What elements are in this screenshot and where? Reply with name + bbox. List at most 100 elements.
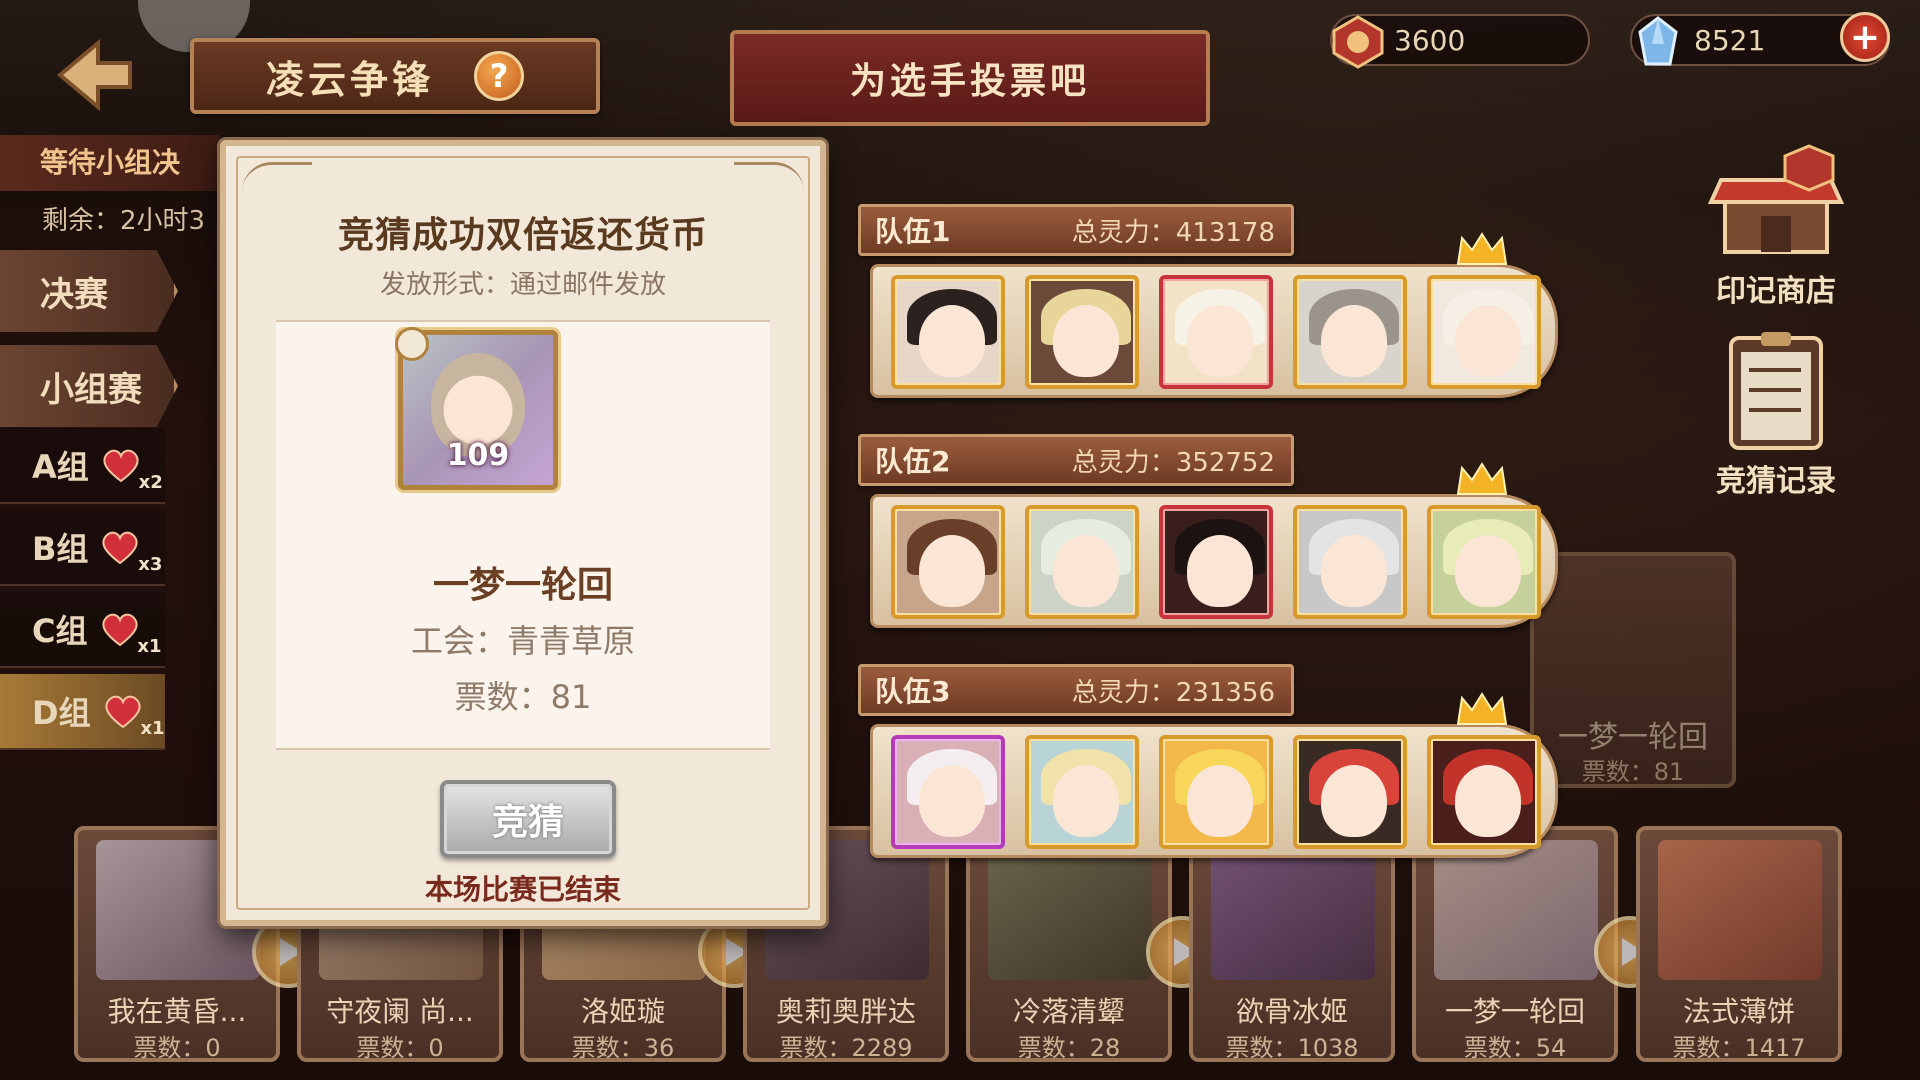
contestant-portrait (1211, 840, 1375, 980)
team-name: 队伍2 (875, 445, 951, 478)
modal-subtitle: 发放形式：通过邮件发放 (379, 270, 666, 300)
contestant-votes: 票数：54 (1463, 1034, 1567, 1062)
team-power: 总灵力：352752 (1071, 447, 1275, 478)
contestant-votes: 票数：1417 (1672, 1034, 1806, 1062)
team-power: 总灵力：231356 (1071, 677, 1275, 708)
player-votes: 票数：81 (454, 678, 592, 716)
hero-avatar[interactable] (891, 275, 1005, 389)
team-3-header: 队伍3 总灵力：231356 (858, 664, 1294, 716)
guess-modal: 竞猜成功双倍返还货币 发放形式：通过邮件发放 109 一梦一轮回 工会：青青草原… (220, 140, 826, 926)
contestant-portrait (1434, 840, 1598, 980)
bracket-card-name: 一梦一轮回 (1558, 720, 1708, 755)
page-title: 凌云争锋 (265, 56, 434, 102)
tab-group-stage[interactable]: 小组赛 (0, 345, 178, 427)
hero-avatar[interactable] (891, 505, 1005, 619)
contestant-votes: 票数：1038 (1225, 1034, 1359, 1062)
hero-avatar[interactable] (1025, 735, 1139, 849)
hero-avatar[interactable] (1293, 735, 1407, 849)
group-row-d[interactable]: D组 x1 (0, 674, 165, 750)
contestant-name: 法式薄饼 (1682, 995, 1795, 1028)
group-label: D组 (32, 694, 91, 732)
hero-avatar[interactable] (1427, 505, 1541, 619)
help-icon[interactable]: ? (474, 51, 524, 101)
group-label: B组 (32, 530, 89, 568)
contestant-name: 奥莉奥胖达 (775, 995, 916, 1028)
stage-status: 等待小组决 (0, 135, 220, 191)
contestant-name: 我在黄昏... (107, 995, 247, 1028)
hero-avatar[interactable] (1025, 275, 1139, 389)
coin-icon (1326, 10, 1390, 74)
back-button[interactable] (40, 30, 150, 120)
heart-icon: x1 (100, 611, 162, 657)
heart-count: x2 (138, 472, 163, 493)
heart-count: x1 (140, 718, 165, 739)
group-row-b[interactable]: B组 x3 (0, 510, 165, 586)
crown-icon (1456, 692, 1508, 725)
team-1-roster (870, 264, 1558, 398)
contestant-card[interactable]: 欲骨冰姬 票数：1038 (1189, 826, 1395, 1062)
heart-icon: x3 (100, 529, 162, 575)
contestant-portrait (988, 840, 1152, 980)
bracket-card-votes: 票数：81 (1581, 758, 1685, 786)
back-arrow-icon (56, 38, 132, 112)
contestant-name: 洛姬璇 (580, 995, 665, 1028)
hero-avatar[interactable] (1427, 735, 1541, 849)
ornament (734, 162, 804, 202)
contestant-name: 冷落清颦 (1012, 995, 1125, 1028)
hero-avatar[interactable] (1159, 275, 1273, 389)
vote-banner-text: 为选手投票吧 (849, 60, 1090, 102)
team-power: 总灵力：413178 (1071, 217, 1275, 248)
contestant-name: 一梦一轮回 (1444, 995, 1585, 1028)
shop-icon (1701, 140, 1851, 260)
group-row-a[interactable]: A组 x2 (0, 428, 165, 504)
vote-banner: 为选手投票吧 (730, 30, 1210, 126)
match-ended-text: 本场比赛已结束 (424, 873, 621, 906)
contestant-portrait (1658, 840, 1822, 980)
contestant-votes: 票数：28 (1017, 1034, 1121, 1062)
heart-icon: x1 (103, 693, 165, 739)
contestant-card[interactable]: 法式薄饼 票数：1417 (1636, 826, 1842, 1062)
contestant-card[interactable]: 冷落清颦 票数：28 (966, 826, 1172, 1062)
bracket-card[interactable]: 一梦一轮回 票数：81 (1530, 552, 1736, 788)
guess-button[interactable]: 竞猜 (440, 780, 616, 858)
hero-avatar[interactable] (891, 735, 1005, 849)
remaining-time: 剩余：2小时3 (42, 206, 206, 236)
crown-icon (1456, 462, 1508, 495)
shop-label: 印记商店 (1716, 274, 1836, 309)
hero-avatar[interactable] (1025, 505, 1139, 619)
ornament (242, 162, 312, 202)
title-banner: 凌云争锋 ? (190, 38, 600, 114)
hero-avatar[interactable] (1427, 275, 1541, 389)
gem-value: 8521 (1694, 23, 1766, 57)
team-2-header: 队伍2 总灵力：352752 (858, 434, 1294, 486)
contestant-votes: 票数：0 (133, 1034, 221, 1062)
team-3-roster (870, 724, 1558, 858)
group-row-c[interactable]: C组 x1 (0, 592, 165, 668)
record-label: 竞猜记录 (1716, 464, 1836, 499)
tab-final[interactable]: 决赛 (0, 250, 178, 332)
contestant-votes: 票数：0 (356, 1034, 444, 1062)
contestant-card[interactable]: 一梦一轮回 票数：54 (1412, 826, 1618, 1062)
heart-icon: x2 (101, 447, 163, 493)
group-label: C组 (32, 612, 88, 650)
hero-avatar[interactable] (1159, 735, 1273, 849)
contestant-votes: 票数：2289 (779, 1034, 913, 1062)
hero-avatar[interactable] (1159, 505, 1273, 619)
heart-count: x1 (137, 636, 162, 657)
gem-icon (1626, 10, 1690, 74)
team-name: 队伍1 (875, 215, 951, 248)
hero-avatar[interactable] (1293, 275, 1407, 389)
clipboard-icon (1701, 330, 1851, 450)
player-level: 109 (446, 438, 510, 473)
coin-value: 3600 (1394, 23, 1466, 57)
heart-count: x3 (138, 554, 163, 575)
contestant-votes: 票数：36 (571, 1034, 675, 1062)
guess-record-button[interactable]: 竞猜记录 (1686, 330, 1866, 500)
modal-title: 竞猜成功双倍返还货币 (337, 214, 708, 256)
group-label: A组 (32, 448, 89, 486)
team-1-header: 队伍1 总灵力：413178 (858, 204, 1294, 256)
mark-shop-button[interactable]: 印记商店 (1686, 140, 1866, 310)
add-currency-icon[interactable]: + (1840, 12, 1890, 62)
hero-avatar[interactable] (1293, 505, 1407, 619)
clock-icon (395, 327, 429, 361)
